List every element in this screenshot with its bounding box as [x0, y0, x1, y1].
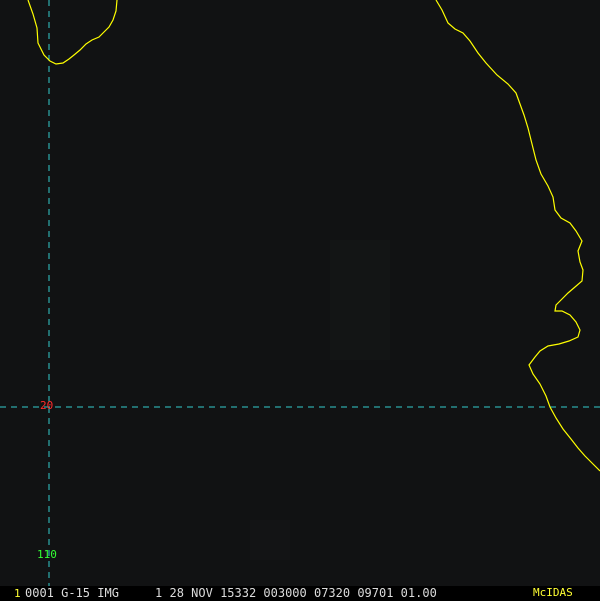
satellite-image-view[interactable]: 20 110	[0, 0, 600, 600]
image-header-info: 0001 G-15 IMG 1 28 NOV 15332 003000 0732…	[25, 586, 437, 600]
longitude-label: 110	[37, 548, 57, 561]
image-background	[0, 0, 600, 586]
frame-number: 1	[14, 587, 21, 600]
mcidas-logo: McIDAS	[533, 586, 573, 599]
faint-cloud	[330, 240, 390, 360]
latitude-label: 20	[40, 399, 54, 412]
map-overlay	[0, 0, 600, 586]
status-bar: 1 0001 G-15 IMG 1 28 NOV 15332 003000 07…	[0, 586, 600, 600]
faint-cloud-2	[250, 520, 290, 560]
